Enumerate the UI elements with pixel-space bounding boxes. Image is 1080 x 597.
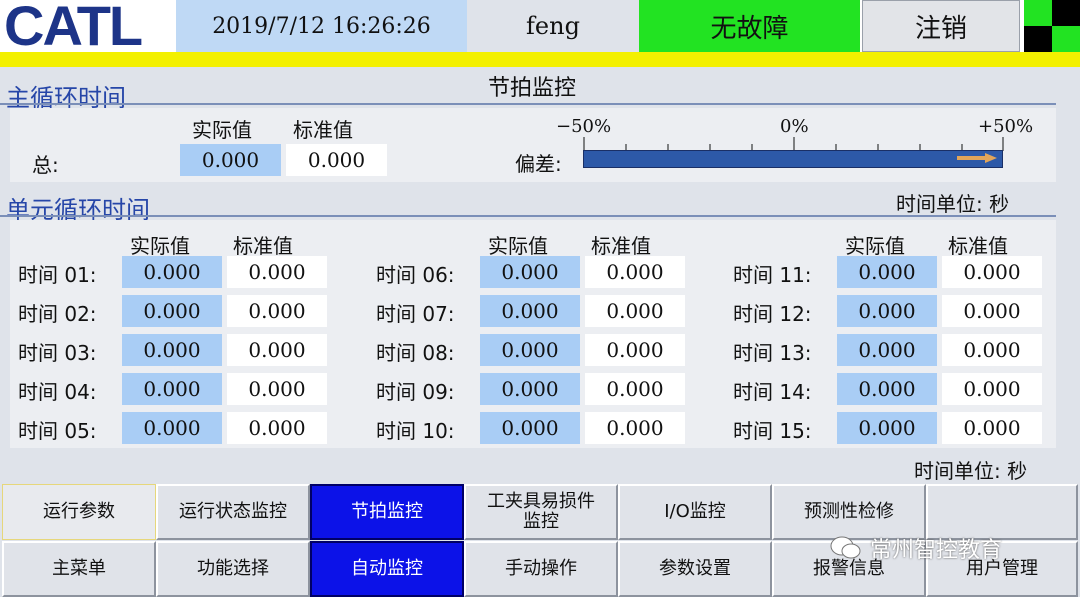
actual-value: 0.000 [837,256,937,288]
time-label: 时间 14: [733,380,812,404]
alarm-strip [0,52,1080,67]
nav-main-menu[interactable]: 主菜单 [2,541,156,597]
standard-header: 标准值 [591,234,651,258]
deviation-label: 偏差: [515,152,562,176]
logout-button[interactable]: 注销 [862,0,1020,52]
standard-header: 标准值 [948,234,1008,258]
standard-value: 0.000 [942,256,1042,288]
actual-value: 0.000 [837,373,937,405]
actual-value: 0.000 [480,295,580,327]
time-label: 时间 07: [376,302,455,326]
time-label: 时间 03: [18,341,97,365]
scale-mid-label: 0% [780,116,809,137]
standard-header: 标准值 [293,118,353,142]
actual-value: 0.000 [480,373,580,405]
standard-value: 0.000 [942,334,1042,366]
nav-function-select[interactable]: 功能选择 [156,541,310,597]
nav-io-monitor[interactable]: I/O监控 [618,484,772,540]
fault-status-indicator: 无故障 [639,0,860,52]
nav-fixture-wear[interactable]: 工夹具易损件 监控 [464,484,618,540]
actual-value: 0.000 [480,412,580,444]
time-label: 时间 06: [376,263,455,287]
standard-value: 0.000 [585,334,685,366]
deviation-scale-ticks [583,137,1004,151]
standard-value: 0.000 [942,373,1042,405]
actual-header: 实际值 [130,234,190,258]
wechat-icon [830,536,861,559]
actual-value: 0.000 [122,295,222,327]
actual-value: 0.000 [480,334,580,366]
standard-header: 标准值 [233,234,293,258]
time-label: 时间 11: [733,263,812,287]
section-divider [0,215,1056,217]
scale-min-label: −50% [556,116,612,137]
standard-value: 0.000 [585,373,685,405]
arrow-right-icon [957,153,997,163]
scale-max-label: +50% [978,116,1034,137]
standard-value: 0.000 [227,334,327,366]
actual-header: 实际值 [845,234,905,258]
actual-value: 0.000 [122,412,222,444]
nav-cycle-monitor[interactable]: 节拍监控 [310,484,464,540]
actual-value: 0.000 [837,334,937,366]
standard-value: 0.000 [227,373,327,405]
time-label: 时间 04: [18,380,97,404]
actual-value: 0.000 [480,256,580,288]
time-label: 时间 09: [376,380,455,404]
nav-run-params[interactable]: 运行参数 [2,484,156,540]
actual-header: 实际值 [192,118,252,142]
current-user: feng [467,0,639,52]
standard-value: 0.000 [227,412,327,444]
deviation-bar [583,150,1003,168]
watermark-text: 常州智控教育 [870,538,1003,563]
time-label: 时间 01: [18,263,97,287]
total-label: 总: [32,153,59,177]
time-label: 时间 05: [18,419,97,443]
page-title: 节拍监控 [488,76,577,101]
time-label: 时间 02: [18,302,97,326]
section-divider [0,103,1056,105]
standard-value: 0.000 [942,412,1042,444]
actual-value: 0.000 [122,256,222,288]
actual-value: 0.000 [122,373,222,405]
standard-value: 0.000 [227,295,327,327]
actual-value: 0.000 [837,295,937,327]
time-unit-top: 时间单位: 秒 [896,192,1010,216]
standard-value: 0.000 [227,256,327,288]
time-label: 时间 08: [376,341,455,365]
checker-icon [1024,0,1080,52]
standard-value: 0.000 [942,295,1042,327]
nav-run-status[interactable]: 运行状态监控 [156,484,310,540]
time-label: 时间 10: [376,419,455,443]
watermark: 常州智控教育 [830,532,1002,564]
actual-value: 0.000 [837,412,937,444]
total-actual-value: 0.000 [180,144,281,176]
total-standard-value: 0.000 [286,144,387,176]
standard-value: 0.000 [585,295,685,327]
time-label: 时间 13: [733,341,812,365]
nav-param-settings[interactable]: 参数设置 [618,541,772,597]
time-label: 时间 15: [733,419,812,443]
catl-logo: CATL [4,0,143,57]
datetime-display: 2019/7/12 16:26:26 [176,0,467,52]
time-unit-bottom: 时间单位: 秒 [914,459,1028,483]
nav-auto-monitor[interactable]: 自动监控 [310,541,464,597]
standard-value: 0.000 [585,256,685,288]
actual-value: 0.000 [122,334,222,366]
nav-manual-operation[interactable]: 手动操作 [464,541,618,597]
standard-value: 0.000 [585,412,685,444]
time-label: 时间 12: [733,302,812,326]
actual-header: 实际值 [488,234,548,258]
